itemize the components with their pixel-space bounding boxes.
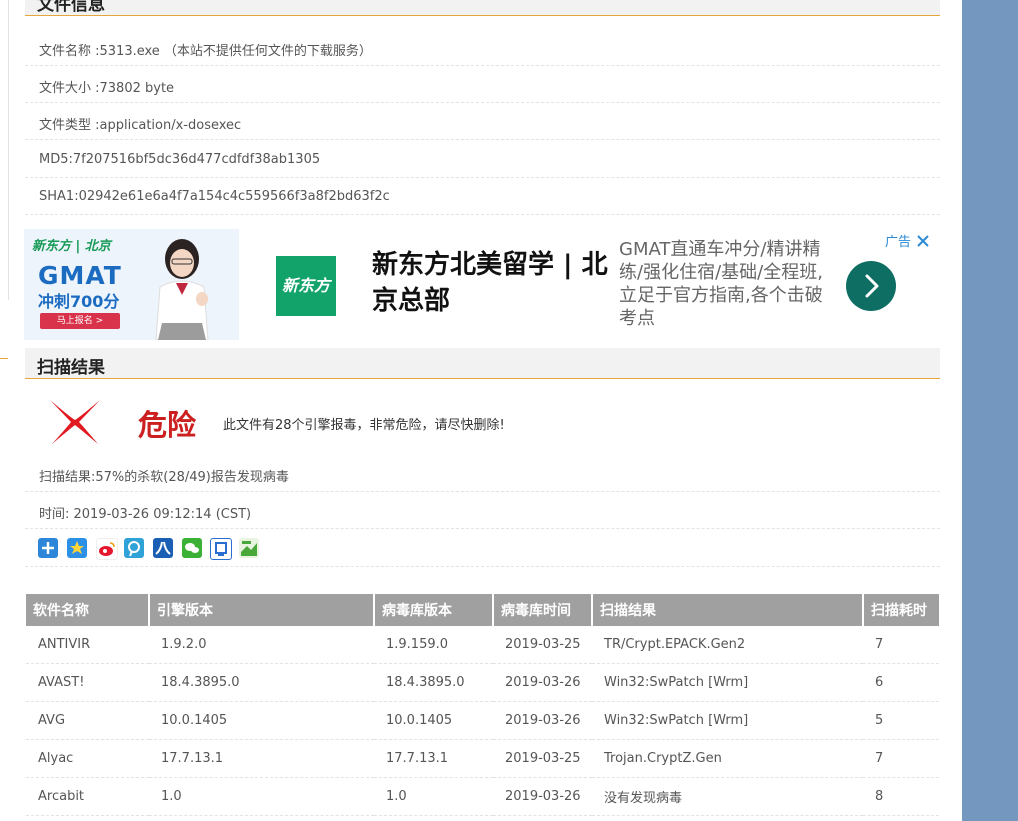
- table-row: Arcabit 1.0 1.0 2019-03-26 没有发现病毒 8: [26, 777, 939, 816]
- db-version: 17.7.13.1: [374, 739, 493, 778]
- db-date: 2019-03-26: [493, 663, 592, 702]
- file-size: 文件大小 :73802 byte: [39, 81, 175, 96]
- header-engine-version: 引擎版本: [149, 594, 375, 626]
- engine-version: 18.4.3895.0: [149, 663, 374, 702]
- scan-results-table: 软件名称 引擎版本 病毒库版本 病毒库时间 扫描结果 扫描耗时 ANTIVIR …: [26, 594, 939, 816]
- header-scan-duration: 扫描耗时: [863, 594, 939, 626]
- db-date: 2019-03-25: [493, 739, 592, 778]
- tencent-weibo-icon[interactable]: [124, 538, 144, 558]
- table-row: ANTIVIR 1.9.2.0 1.9.159.0 2019-03-25 TR/…: [26, 626, 939, 664]
- file-name: 文件名称 :5313.exe （本站不提供任何文件的下载服务）: [39, 44, 372, 59]
- db-version: 10.0.1405: [374, 701, 493, 740]
- tieba-icon[interactable]: [210, 538, 232, 560]
- file-size-row: 文件大小 :73802 byte: [25, 66, 940, 103]
- ad-arrow-button[interactable]: [846, 261, 896, 311]
- engine-name: ANTIVIR: [26, 626, 149, 664]
- verdict-message: 此文件有28个引擎报毒，非常危险，请尽快删除!: [223, 418, 505, 433]
- table-row: Alyac 17.7.13.1 17.7.13.1 2019-03-25 Tro…: [26, 739, 939, 778]
- engine-name: Alyac: [26, 739, 149, 778]
- renren-icon[interactable]: [153, 538, 173, 558]
- db-version: 18.4.3895.0: [374, 663, 493, 702]
- ad-signup-button[interactable]: 马上报名 >: [40, 313, 120, 329]
- ad-description[interactable]: GMAT直通车冲分/精讲精练/强化住宿/基础/全程班,立足于官方指南,各个击破考…: [619, 238, 834, 330]
- db-version: 1.9.159.0: [374, 626, 493, 664]
- verdict-label: 危险: [138, 408, 197, 442]
- scan-summary-row: 扫描结果:57%的杀软(28/49)报告发现病毒: [25, 455, 940, 492]
- ad-title[interactable]: 新东方北美留学 | 北京总部: [372, 247, 612, 319]
- db-date: 2019-03-25: [493, 626, 592, 664]
- md5-row: MD5:7f207516bf5dc36d477cdfdf38ab1305: [25, 141, 940, 178]
- scan-result-header: 扫描结果: [25, 348, 940, 379]
- weibo-icon[interactable]: [96, 538, 118, 560]
- header-software-name: 软件名称: [26, 594, 150, 626]
- close-icon[interactable]: [917, 235, 929, 247]
- ad-tag-text: 广告: [885, 235, 912, 250]
- left-panel-accent: [0, 358, 8, 359]
- ad-person-image: [155, 239, 209, 340]
- scan-duration: 7: [863, 626, 939, 664]
- scan-result: Win32:SwPatch [Wrm]: [592, 663, 863, 702]
- scan-result: 没有发现病毒: [592, 777, 863, 816]
- add-share-icon[interactable]: [38, 538, 58, 558]
- file-name-row: 文件名称 :5313.exe （本站不提供任何文件的下载服务）: [25, 29, 940, 66]
- ad-sprint-text: 冲刺700分: [38, 292, 120, 311]
- md5-hash: MD5:7f207516bf5dc36d477cdfdf38ab1305: [39, 152, 321, 167]
- engine-name: AVAST!: [26, 663, 149, 702]
- advertisement-banner[interactable]: 新东方 | 北京 GMAT 冲刺700分 马上报名 > 新东方 新东方北美留学 …: [24, 229, 934, 342]
- danger-x-icon: [50, 400, 100, 444]
- sha1-row: SHA1:02942e61e6a4f7a154c4c559566f3a8f2bd…: [25, 178, 940, 215]
- scan-time: 时间: 2019-03-26 09:12:14 (CST): [39, 507, 252, 522]
- file-type: 文件类型 :application/x-dosexec: [39, 118, 242, 133]
- db-date: 2019-03-26: [493, 777, 592, 816]
- table-header-row: 软件名称 引擎版本 病毒库版本 病毒库时间 扫描结果 扫描耗时: [26, 594, 939, 626]
- right-side-panel: [962, 0, 1018, 821]
- db-version: 1.0: [374, 777, 493, 816]
- ad-gmat-text: GMAT: [38, 261, 122, 290]
- header-db-date: 病毒库时间: [493, 594, 593, 626]
- chevron-right-icon: [865, 274, 879, 298]
- header-scan-result: 扫描结果: [592, 594, 864, 626]
- file-info-title: 文件信息: [37, 0, 105, 15]
- file-type-row: 文件类型 :application/x-dosexec: [25, 103, 940, 140]
- scan-duration: 6: [863, 663, 939, 702]
- scan-result-title: 扫描结果: [37, 358, 105, 378]
- ad-image[interactable]: 新东方 | 北京 GMAT 冲刺700分 马上报名 >: [24, 229, 239, 340]
- scan-result: Win32:SwPatch [Wrm]: [592, 701, 863, 740]
- qzone-icon[interactable]: [67, 538, 87, 558]
- db-date: 2019-03-26: [493, 701, 592, 740]
- ad-logo[interactable]: 新东方: [276, 256, 336, 316]
- left-panel-edge: [0, 0, 9, 300]
- scan-duration: 8: [863, 777, 939, 816]
- scan-result: Trojan.CryptZ.Gen: [592, 739, 863, 778]
- ad-label[interactable]: 广告: [885, 231, 929, 250]
- engine-name: Arcabit: [26, 777, 149, 816]
- scan-result: TR/Crypt.EPACK.Gen2: [592, 626, 863, 664]
- wechat-icon[interactable]: [182, 538, 202, 558]
- scan-time-row: 时间: 2019-03-26 09:12:14 (CST): [25, 492, 940, 529]
- header-db-version: 病毒库版本: [374, 594, 494, 626]
- file-info-header: 文件信息: [25, 0, 940, 16]
- engine-name: AVG: [26, 701, 149, 740]
- ad-brand: 新东方 | 北京: [32, 239, 111, 254]
- table-row: AVAST! 18.4.3895.0 18.4.3895.0 2019-03-2…: [26, 663, 939, 702]
- engine-version: 17.7.13.1: [149, 739, 374, 778]
- engine-version: 10.0.1405: [149, 701, 374, 740]
- engine-version: 1.0: [149, 777, 374, 816]
- sha1-hash: SHA1:02942e61e6a4f7a154c4c559566f3a8f2bd…: [39, 189, 390, 204]
- engine-version: 1.9.2.0: [149, 626, 374, 664]
- sina-icon[interactable]: [239, 538, 259, 558]
- table-row: AVG 10.0.1405 10.0.1405 2019-03-26 Win32…: [26, 701, 939, 740]
- scan-summary: 扫描结果:57%的杀软(28/49)报告发现病毒: [39, 470, 289, 485]
- scan-duration: 5: [863, 701, 939, 740]
- scan-duration: 7: [863, 739, 939, 778]
